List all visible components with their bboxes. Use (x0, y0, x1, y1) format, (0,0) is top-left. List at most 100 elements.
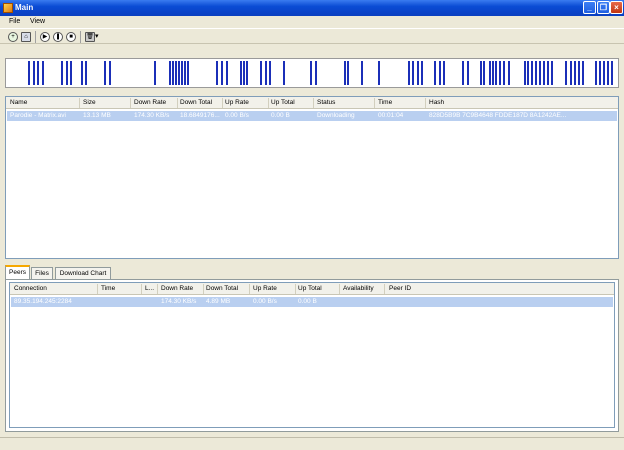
peers-panel: Connection Time L... Down Rate Down Tota… (5, 279, 619, 432)
piece-stripe (467, 61, 469, 85)
cell-size: 13.13 MB (83, 112, 111, 119)
cell-connection: 89.35.194.245:2284 (14, 298, 72, 305)
delete-icon[interactable]: 🗑 (85, 32, 95, 42)
piece-stripe (378, 61, 380, 85)
piece-stripe (246, 61, 248, 85)
column-down-rate[interactable]: Down Rate (161, 285, 193, 292)
piece-stripe (315, 61, 317, 85)
piece-stripe (85, 61, 87, 85)
column-down-total[interactable]: Down Total (206, 285, 238, 292)
minimize-button[interactable]: _ (583, 1, 596, 14)
piece-stripe (551, 61, 553, 85)
cell-up-rate: 0.00 B/s (225, 112, 249, 119)
menu-file[interactable]: File (9, 18, 20, 25)
add-icon[interactable]: + (8, 32, 18, 42)
column-up-total[interactable]: Up Total (271, 99, 295, 106)
cell-down-total: 4.89 MB (206, 298, 231, 305)
piece-stripe (539, 61, 541, 85)
column-name[interactable]: Name (10, 99, 27, 106)
piece-stripe (184, 61, 186, 85)
table-row[interactable]: Parodie - Matrix.avi 13.13 MB 174.30 KB/… (7, 111, 617, 121)
close-button[interactable]: × (610, 1, 623, 14)
column-connection[interactable]: Connection (14, 285, 47, 292)
piece-stripe (489, 61, 491, 85)
piece-stripe (599, 61, 601, 85)
piece-stripe (543, 61, 545, 85)
piece-stripe (283, 61, 285, 85)
piece-stripe (243, 61, 245, 85)
piece-stripe (347, 61, 349, 85)
dropdown-arrow-icon[interactable]: ▾ (95, 32, 99, 40)
cell-status: Downloading (317, 112, 355, 119)
peer-list[interactable]: Connection Time L... Down Rate Down Tota… (9, 282, 615, 428)
home-icon[interactable]: ⌂ (21, 32, 31, 42)
piece-stripe (421, 61, 423, 85)
torrent-list[interactable]: Name Size Down Rate Down Total Up Rate U… (5, 96, 619, 259)
piece-stripe (265, 61, 267, 85)
piece-stripe (508, 61, 510, 85)
column-l[interactable]: L... (145, 285, 154, 292)
cell-up-rate: 0.00 B/s (253, 298, 277, 305)
piece-stripe (109, 61, 111, 85)
menu-view[interactable]: View (30, 18, 45, 25)
toolbar-separator (35, 31, 36, 43)
piece-stripe (570, 61, 572, 85)
column-hash[interactable]: Hash (429, 99, 444, 106)
piece-stripe (361, 61, 363, 85)
piece-stripe (154, 61, 156, 85)
column-up-rate[interactable]: Up Rate (225, 99, 249, 106)
piece-stripe (28, 61, 30, 85)
piece-stripe (187, 61, 189, 85)
title-bar: Main _ ❐ × (0, 0, 624, 16)
piece-stripe (178, 61, 180, 85)
piece-stripe (175, 61, 177, 85)
piece-stripe (503, 61, 505, 85)
piece-stripe (607, 61, 609, 85)
toolbar: + ⌂ ▶ ❚ ■ 🗑 ▾ (0, 28, 624, 44)
column-peer-id[interactable]: Peer ID (389, 285, 411, 292)
piece-stripe (37, 61, 39, 85)
tab-peers[interactable]: Peers (5, 265, 30, 280)
piece-stripe (408, 61, 410, 85)
stop-icon[interactable]: ■ (66, 32, 76, 42)
piece-stripe (603, 61, 605, 85)
piece-stripe (434, 61, 436, 85)
pause-icon[interactable]: ❚ (53, 32, 63, 42)
piece-stripe (221, 61, 223, 85)
table-row[interactable]: 89.35.194.245:2284 174.30 KB/s 4.89 MB 0… (11, 297, 613, 307)
column-time[interactable]: Time (378, 99, 392, 106)
piece-stripe (172, 61, 174, 85)
column-availability[interactable]: Availability (343, 285, 374, 292)
cell-down-rate: 174.30 KB/s (134, 112, 170, 119)
column-up-total[interactable]: Up Total (298, 285, 322, 292)
tab-files[interactable]: Files (31, 267, 53, 279)
window-title: Main (15, 3, 34, 12)
piece-stripe (33, 61, 35, 85)
piece-stripe (492, 61, 494, 85)
column-time[interactable]: Time (101, 285, 115, 292)
piece-stripe (531, 61, 533, 85)
piece-stripe (524, 61, 526, 85)
cell-name: Parodie - Matrix.avi (10, 112, 66, 119)
piece-availability-bar (5, 58, 619, 88)
column-down-total[interactable]: Down Total (180, 99, 212, 106)
piece-stripe (499, 61, 501, 85)
piece-stripe (70, 61, 72, 85)
cell-down-total: 18.6849176... (180, 112, 220, 119)
tab-download-chart[interactable]: Download Chart (55, 267, 111, 279)
piece-stripe (462, 61, 464, 85)
play-icon[interactable]: ▶ (40, 32, 50, 42)
piece-stripe (443, 61, 445, 85)
piece-stripe (439, 61, 441, 85)
restore-button[interactable]: ❐ (597, 1, 610, 14)
column-size[interactable]: Size (83, 99, 96, 106)
piece-stripe (181, 61, 183, 85)
column-status[interactable]: Status (317, 99, 335, 106)
column-up-rate[interactable]: Up Rate (253, 285, 277, 292)
piece-stripe (483, 61, 485, 85)
column-down-rate[interactable]: Down Rate (134, 99, 166, 106)
piece-stripe (226, 61, 228, 85)
torrent-list-header: Name Size Down Rate Down Total Up Rate U… (6, 97, 618, 109)
piece-stripe (260, 61, 262, 85)
piece-stripe (565, 61, 567, 85)
